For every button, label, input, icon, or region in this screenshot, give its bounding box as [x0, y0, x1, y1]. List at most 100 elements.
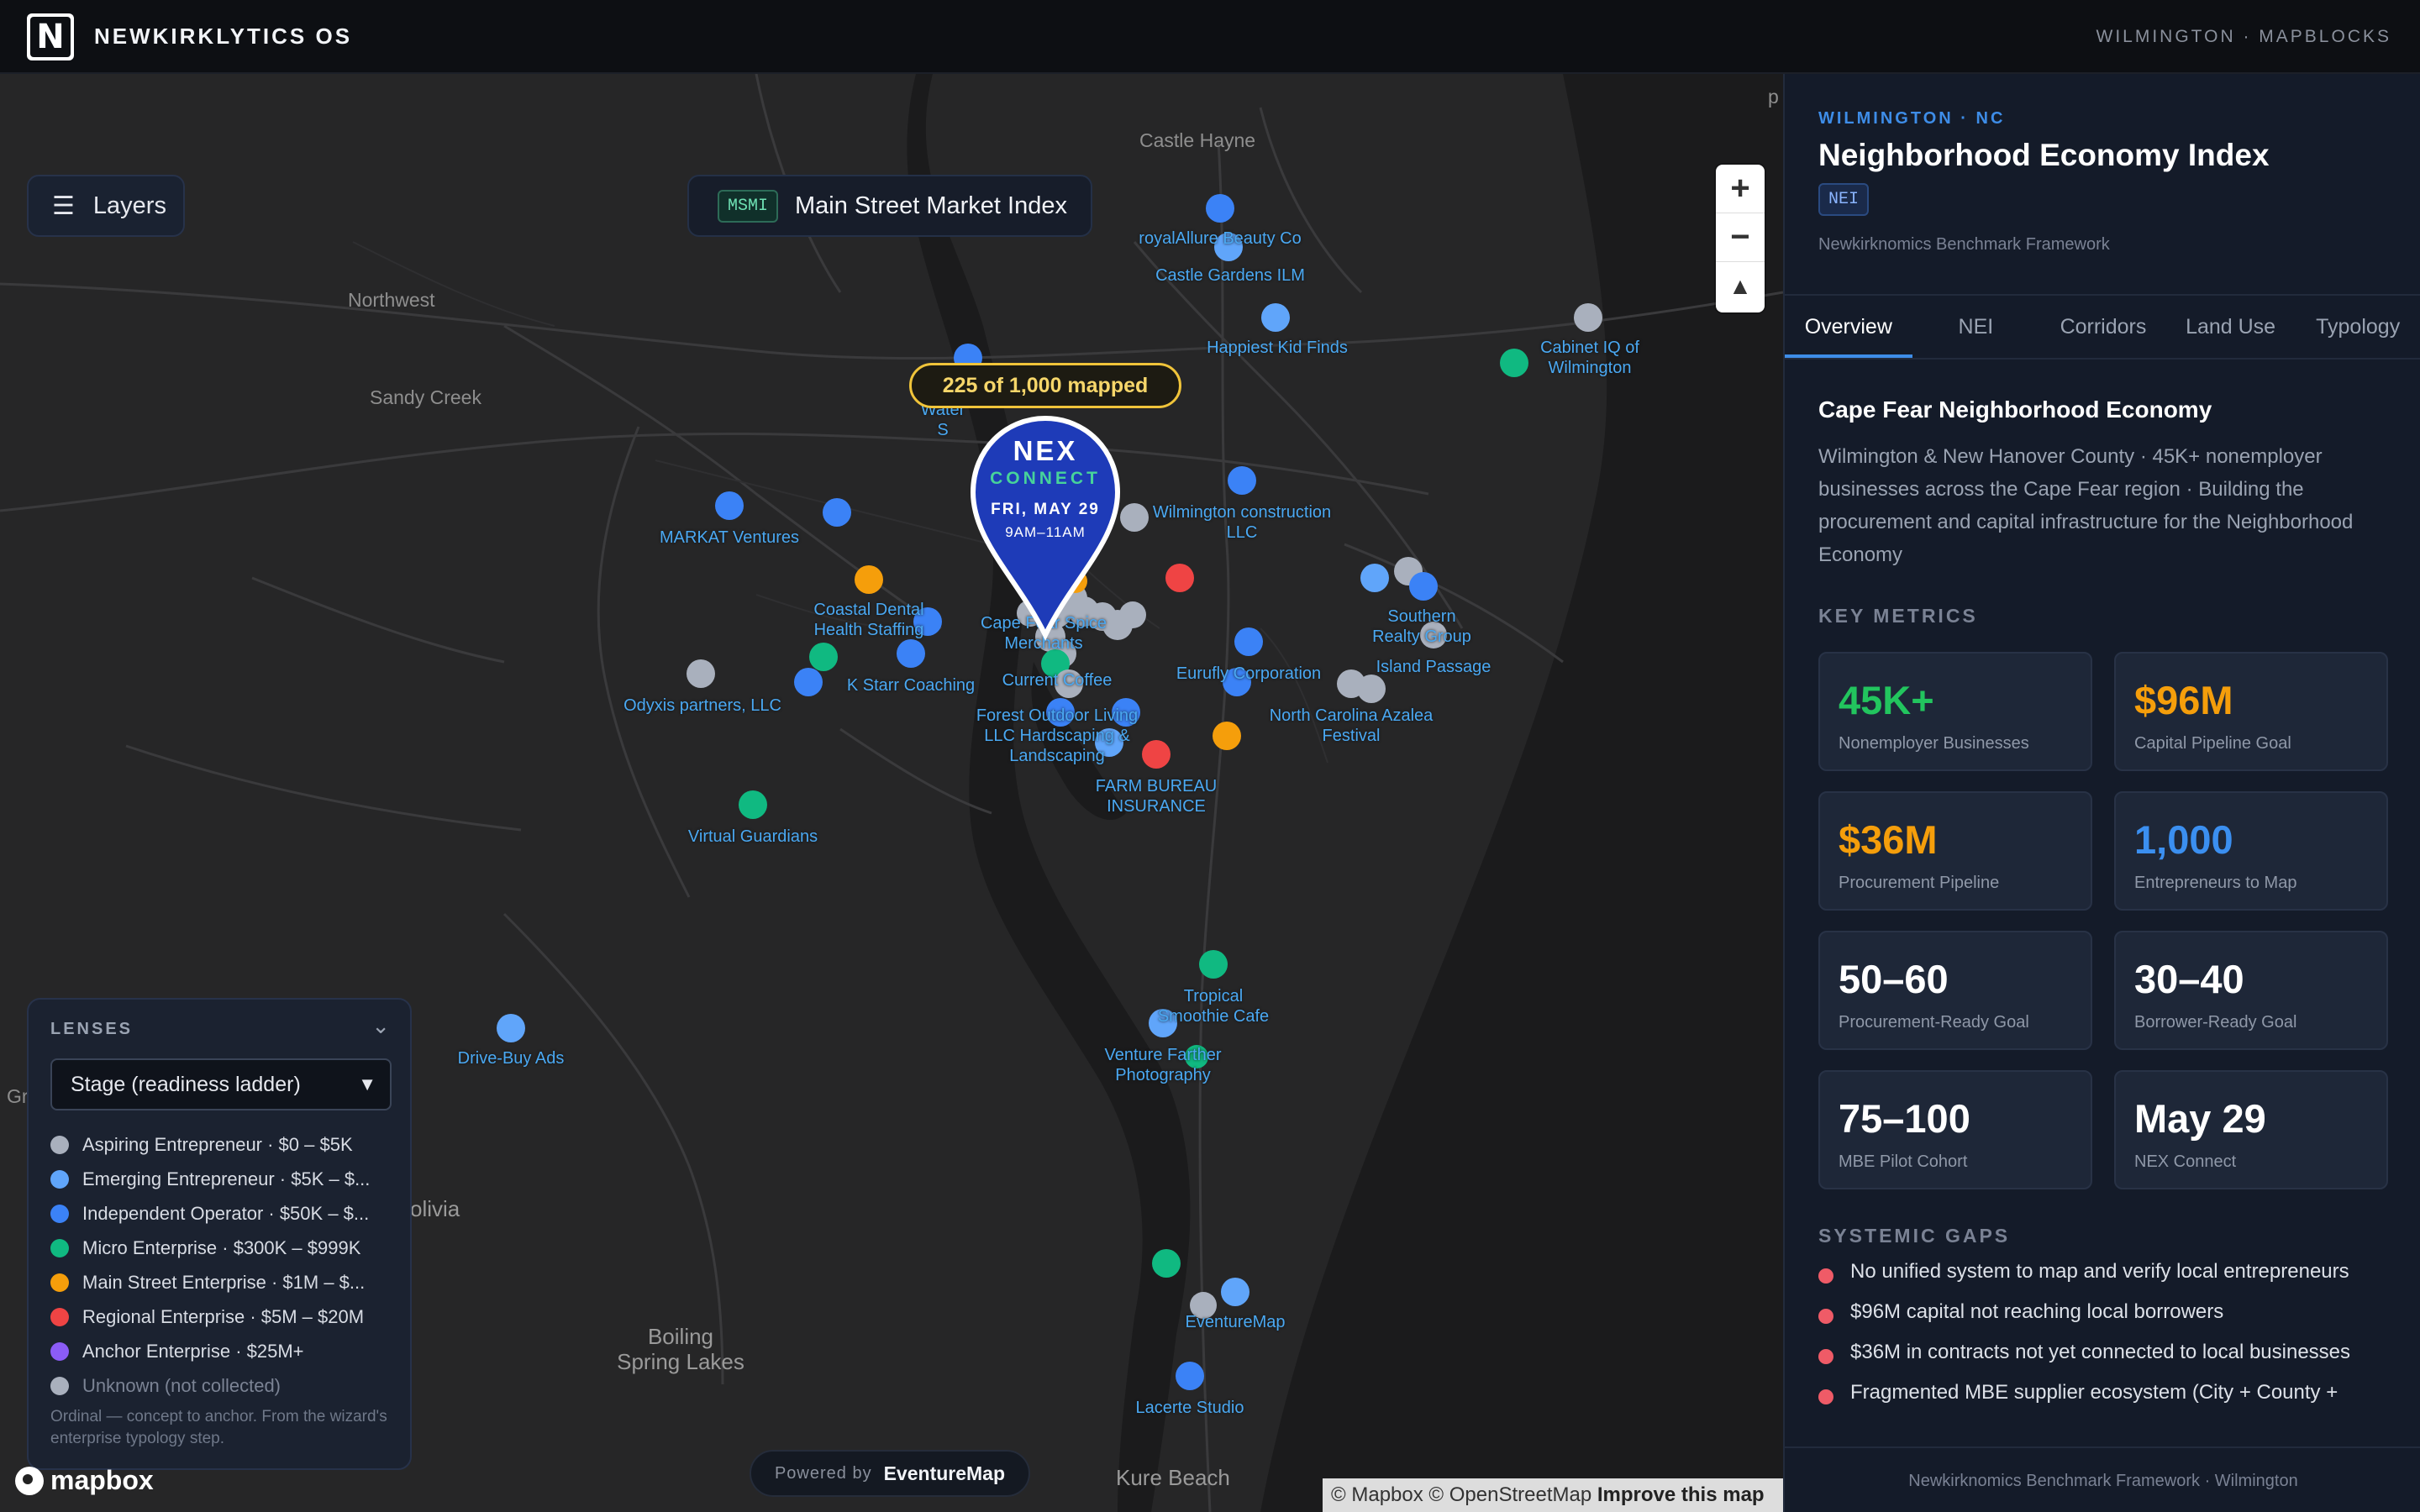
legend-label: Aspiring Entrepreneur · $0 – $5K [82, 1133, 353, 1155]
business-label[interactable]: Cabinet IQ of Wilmington [1531, 338, 1649, 378]
business-label[interactable]: Wilmington construction LLC [1150, 502, 1334, 543]
business-label[interactable]: EventureMap [1186, 1312, 1286, 1332]
legend-label: Micro Enterprise · $300K – $999K [82, 1236, 361, 1258]
business-label[interactable]: Forest Outdoor Living LLC Hardscaping & … [965, 706, 1150, 766]
marker[interactable] [1152, 1249, 1181, 1278]
marker[interactable] [1360, 564, 1389, 592]
improve-map-link[interactable]: Improve this map [1597, 1483, 1765, 1506]
section-description: Wilmington & New Hanover County · 45K+ n… [1818, 445, 2354, 566]
marker[interactable] [823, 498, 851, 527]
marker[interactable] [687, 659, 715, 688]
business-label[interactable]: MARKAT Ventures [660, 528, 799, 548]
legend-dot-icon [50, 1135, 69, 1154]
app-logo[interactable]: N [27, 13, 74, 60]
marker[interactable] [1234, 627, 1263, 656]
metric-value: 1,000 [2134, 817, 2233, 862]
collapse-chevron-icon[interactable]: ⌄ [371, 1013, 390, 1039]
business-label[interactable]: Southern Realty Group [1367, 606, 1476, 647]
legend-item[interactable]: Aspiring Entrepreneur · $0 – $5K [50, 1127, 403, 1162]
legend-item[interactable]: Micro Enterprise · $300K – $999K [50, 1231, 403, 1265]
location-breadcrumb: WILMINGTON · MAPBLOCKS [2096, 27, 2391, 46]
business-label[interactable]: royalAllure Beauty Co [1139, 228, 1301, 249]
lens-select[interactable]: Stage (readiness ladder) ▼ [50, 1058, 392, 1110]
legend-dot-icon [50, 1169, 69, 1189]
business-label[interactable]: Happiest Kid Finds [1207, 338, 1348, 358]
section-title: Cape Fear Neighborhood Economy [1818, 396, 2212, 423]
marker[interactable] [1176, 1362, 1204, 1390]
bullet-icon [1818, 1389, 1833, 1404]
business-label[interactable]: Virtual Guardians [688, 827, 818, 847]
metric-card: 45K+ Nonemployer Businesses [1818, 652, 2092, 771]
marker[interactable] [1574, 303, 1602, 332]
event-pin-subtitle: CONNECT [990, 469, 1101, 488]
event-pin-title: NEX [1013, 435, 1078, 466]
metric-card: $36M Procurement Pipeline [1818, 791, 2092, 911]
legend-item[interactable]: Anchor Enterprise · $25M+ [50, 1334, 403, 1368]
powered-by-badge[interactable]: Powered by EventureMap [750, 1450, 1030, 1497]
marker[interactable] [1221, 1278, 1249, 1306]
gap-item: Fragmented MBE supplier ecosystem (City … [1818, 1379, 2398, 1406]
business-label[interactable]: Castle Gardens ILM [1155, 265, 1305, 286]
legend-item[interactable]: Independent Operator · $50K – $... [50, 1196, 403, 1231]
legend-dot-icon [50, 1238, 69, 1257]
marker[interactable] [809, 643, 838, 671]
event-pin[interactable]: NEX CONNECT FRI, MAY 29 9AM–11AM [968, 435, 1123, 541]
marker[interactable] [1261, 303, 1290, 332]
business-label[interactable]: K Starr Coaching [847, 675, 975, 696]
gap-text: Fragmented MBE supplier ecosystem (City … [1850, 1381, 2338, 1404]
business-label[interactable]: Coastal Dental Health Staffing [797, 600, 940, 640]
business-label[interactable]: FARM BUREAU INSURANCE [1089, 776, 1223, 816]
business-label[interactable]: Eurufly Corporation [1176, 664, 1321, 684]
legend-item[interactable]: Regional Enterprise · $5M – $20M [50, 1299, 403, 1334]
marker[interactable] [1228, 466, 1256, 495]
gap-item: $36M in contracts not yet connected to l… [1818, 1339, 2398, 1366]
marker[interactable] [1206, 194, 1234, 223]
business-label[interactable]: Island Passage [1376, 657, 1491, 677]
tab-overview[interactable]: Overview [1785, 296, 1912, 358]
index-selector[interactable]: MSMI Main Street Market Index [687, 175, 1092, 237]
business-label[interactable]: Odyxis partners, LLC [623, 696, 781, 716]
marker[interactable] [1120, 503, 1149, 532]
tab-corridors[interactable]: Corridors [2039, 296, 2167, 358]
marker[interactable] [794, 668, 823, 696]
tab-typology[interactable]: Typology [2294, 296, 2420, 358]
marker[interactable] [1213, 722, 1241, 750]
business-label[interactable]: Venture Farther Photography [1096, 1045, 1230, 1085]
business-label[interactable]: North Carolina Azalea Festival [1267, 706, 1435, 746]
zoom-in-button[interactable]: + [1716, 165, 1765, 213]
marker[interactable] [497, 1014, 525, 1042]
zoom-out-button[interactable]: − [1716, 213, 1765, 262]
marker[interactable] [855, 565, 883, 594]
marker[interactable] [1500, 349, 1528, 377]
layers-button[interactable]: ☰ Layers [27, 175, 185, 237]
legend-item[interactable]: Main Street Enterprise · $1M – $... [50, 1265, 403, 1299]
marker[interactable] [1409, 572, 1438, 601]
chevron-down-icon: ▼ [358, 1074, 376, 1095]
marker[interactable] [897, 639, 925, 668]
bullet-icon [1818, 1309, 1833, 1324]
marker[interactable] [715, 491, 744, 520]
tab-nei[interactable]: NEI [1912, 296, 2040, 358]
mapbox-logo[interactable]: mapbox [15, 1465, 154, 1496]
marker[interactable] [1165, 564, 1194, 592]
map-canvas[interactable]: Castle Hayne Northwest Sandy Creek olivi… [0, 74, 1783, 1512]
business-label[interactable]: Tropical Smoothie Cafe [1150, 986, 1276, 1026]
app-brand: NEWKIRKLYTICS OS [94, 24, 353, 49]
event-pin-time: 9AM–11AM [1005, 524, 1086, 540]
metric-label: Capital Pipeline Goal [2134, 734, 2291, 753]
marker[interactable] [1357, 675, 1386, 703]
metric-card: May 29 NEX Connect [2114, 1070, 2388, 1189]
business-label[interactable]: Drive-Buy Ads [458, 1048, 565, 1068]
marker[interactable] [739, 790, 767, 819]
business-label[interactable]: Lacerte Studio [1136, 1398, 1244, 1418]
compass-button[interactable]: ▲ [1716, 262, 1765, 311]
tab-land-use[interactable]: Land Use [2167, 296, 2295, 358]
metric-card: 75–100 MBE Pilot Cohort [1818, 1070, 2092, 1189]
panel-footer: Newkirknomics Benchmark Framework · Wilm… [1785, 1446, 2420, 1512]
business-label[interactable]: Current Coffee [1002, 670, 1113, 690]
marker[interactable] [1199, 950, 1228, 979]
metric-label: Procurement Pipeline [1839, 874, 2000, 892]
legend-item[interactable]: Unknown (not collected) [50, 1368, 403, 1403]
legend-item[interactable]: Emerging Entrepreneur · $5K – $... [50, 1162, 403, 1196]
powered-by-prefix: Powered by [774, 1463, 872, 1483]
